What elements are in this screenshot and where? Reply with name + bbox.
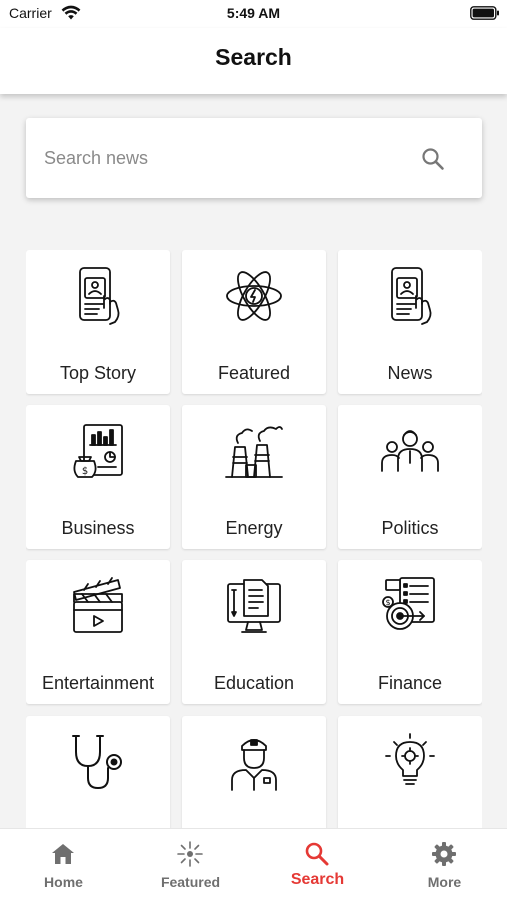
category-label: Featured	[217, 363, 291, 383]
atom-icon	[226, 271, 282, 321]
computer-document-icon	[227, 579, 281, 633]
search-screen: Carrier 5:49 AM Search Search news Top S…	[0, 0, 507, 900]
navigation-bar: Search	[0, 28, 507, 94]
search-icon[interactable]	[420, 146, 446, 172]
tab-home[interactable]: Home	[0, 829, 127, 900]
tab-more[interactable]: More	[381, 829, 507, 900]
page-title: Search	[215, 44, 292, 70]
power-plant-icon	[225, 426, 283, 478]
category-tile-top-story[interactable]: Top Story	[26, 250, 170, 394]
category-grid: Top Story Featured News $ Business Energ…	[26, 250, 482, 828]
sparkle-icon	[177, 841, 203, 867]
status-bar: Carrier 5:49 AM	[0, 0, 507, 28]
category-tile-energy[interactable]: Energy	[182, 405, 326, 549]
officer-icon	[231, 739, 277, 791]
tab-bar: Home Featured Search More	[0, 828, 507, 900]
clapperboard-icon	[73, 577, 123, 633]
phone-touch-icon	[391, 267, 432, 325]
category-label: Politics	[381, 518, 439, 538]
category-tile-finance[interactable]: $ Finance	[338, 560, 482, 704]
category-label: News	[387, 363, 433, 383]
category-label: Top Story	[59, 363, 137, 383]
category-tile-police[interactable]	[182, 716, 326, 828]
category-label: Entertainment	[41, 673, 155, 693]
search-icon	[305, 842, 329, 866]
svg-text:$: $	[82, 466, 88, 477]
phone-touch-icon	[79, 267, 120, 325]
tab-label: More	[427, 874, 462, 890]
category-tile-politics[interactable]: Politics	[338, 405, 482, 549]
lightbulb-gear-icon	[385, 733, 435, 785]
category-tile-business[interactable]: $ Business	[26, 405, 170, 549]
category-label: Business	[61, 518, 135, 538]
stethoscope-icon	[72, 735, 122, 789]
category-label: Energy	[225, 518, 283, 538]
tab-featured[interactable]: Featured	[127, 829, 254, 900]
business-report-icon: $	[73, 424, 123, 478]
svg-text:$: $	[385, 598, 390, 607]
tab-search[interactable]: Search	[254, 829, 381, 900]
tab-label: Search	[290, 871, 345, 888]
category-tile-ideas[interactable]	[338, 716, 482, 828]
tab-label: Featured	[160, 874, 221, 890]
status-time: 5:49 AM	[226, 5, 281, 21]
category-tile-education[interactable]: Education	[182, 560, 326, 704]
home-icon	[52, 844, 74, 864]
search-input[interactable]	[44, 140, 404, 176]
gear-icon	[432, 842, 456, 866]
category-tile-health[interactable]	[26, 716, 170, 828]
category-tile-entertainment[interactable]: Entertainment	[26, 560, 170, 704]
finance-target-icon: $	[382, 577, 435, 630]
battery-icon	[470, 6, 499, 20]
category-tile-news[interactable]: News	[338, 250, 482, 394]
people-group-icon	[381, 430, 439, 472]
search-box[interactable]	[26, 118, 482, 198]
category-tile-featured[interactable]: Featured	[182, 250, 326, 394]
category-label: Education	[213, 673, 295, 693]
tab-label: Home	[44, 874, 83, 890]
category-label: Finance	[377, 673, 443, 693]
